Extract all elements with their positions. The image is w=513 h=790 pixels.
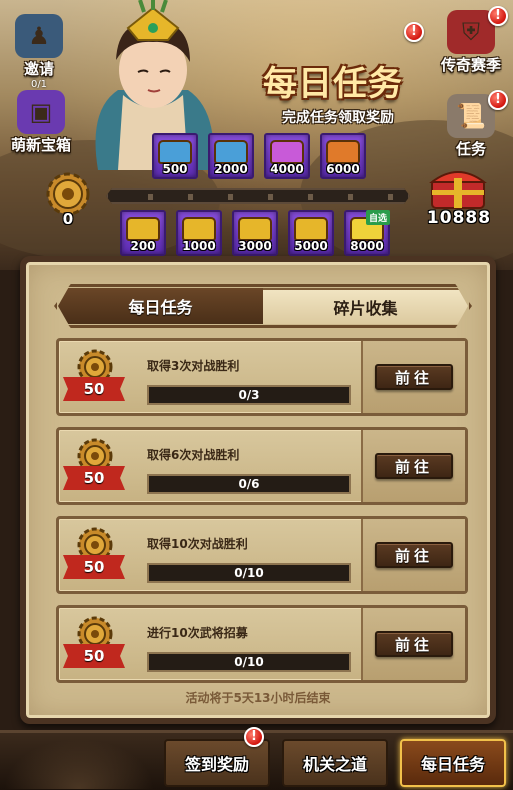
tab-fragment-collection[interactable]: 碎片收集 <box>263 288 468 324</box>
task-reward: 50 <box>63 614 125 678</box>
reward-chest-optional[interactable]: 自选 8000 <box>344 210 390 256</box>
task-progress-text: 0/3 <box>238 388 260 402</box>
task-list: 50 取得3次对战胜利 0/3 前往 50 取得6次对战胜利 0/6 前往 50… <box>56 338 468 694</box>
invite-icon: ♟ <box>15 14 63 58</box>
task-name: 取得6次对战胜利 <box>147 448 240 462</box>
reward-amount: 50 <box>63 466 125 490</box>
reward-chest[interactable]: 5000 <box>288 210 334 256</box>
notification-badge: ! <box>488 6 508 26</box>
gear-count: 0 <box>62 210 74 228</box>
chest-value: 3000 <box>238 239 272 253</box>
notification-badge: ! <box>404 22 424 42</box>
page-subtitle: 完成任务领取奖励 <box>282 110 394 126</box>
chest-value: 8000 <box>350 239 384 253</box>
task-progress-text: 0/10 <box>234 655 264 669</box>
task-action-area: 前往 <box>361 430 465 502</box>
reward-amount: 50 <box>63 377 125 401</box>
grand-chest-icon[interactable] <box>428 164 488 210</box>
reward-chest[interactable]: 1000 <box>176 210 222 256</box>
invite-count: 0/1 <box>30 79 48 90</box>
header-scene: ♟ 邀请 0/1 ▣ 萌新宝箱 ⛨ 传奇赛季 ! 📜 任务 ! ! 每日任务 完… <box>0 0 513 270</box>
task-reward: 50 <box>63 525 125 589</box>
go-button[interactable]: 前往 <box>375 453 453 479</box>
chest-value: 2000 <box>214 162 248 176</box>
task-progress-bar: 0/3 <box>147 385 351 405</box>
task-row: 50 取得10次对战胜利 0/10 前往 <box>56 516 468 594</box>
bottom-decoration <box>4 739 154 789</box>
reward-amount: 50 <box>63 644 125 668</box>
task-tabs: 每日任务 碎片收集 <box>58 288 468 324</box>
tab-daily-tasks[interactable]: 每日任务 <box>58 288 263 324</box>
chest-value: 500 <box>162 162 188 176</box>
task-row: 50 进行10次武将招募 0/10 前往 <box>56 605 468 683</box>
reward-chest[interactable]: 200 <box>120 210 166 256</box>
page-title: 每日任务 <box>263 64 403 104</box>
task-progress-bar: 0/6 <box>147 474 351 494</box>
reward-chest[interactable]: 4000 <box>264 133 310 179</box>
event-countdown: 活动将于5天13小时后结束 <box>185 691 331 705</box>
bottom-nav: 签到奖励 ! 机关之道 每日任务 <box>0 727 513 790</box>
tasks-label: 任务 <box>455 140 486 158</box>
chest-value: 200 <box>130 239 156 253</box>
task-action-area: 前往 <box>361 341 465 413</box>
notification-badge: ! <box>244 727 264 747</box>
task-name: 取得10次对战胜利 <box>147 537 248 551</box>
chest-value: 1000 <box>182 239 216 253</box>
go-button[interactable]: 前往 <box>375 364 453 390</box>
task-name: 取得3次对战胜利 <box>147 359 240 373</box>
newbie-chest-label: 萌新宝箱 <box>10 136 71 154</box>
chest-value: 4000 <box>270 162 304 176</box>
chest-value: 5000 <box>294 239 328 253</box>
go-button[interactable]: 前往 <box>375 631 453 657</box>
reward-chest[interactable]: 3000 <box>232 210 278 256</box>
bottom-tab-mechanism[interactable]: 机关之道 <box>282 739 388 787</box>
legend-season-label: 传奇赛季 <box>440 56 501 74</box>
invite-label: 邀请 <box>23 60 54 78</box>
task-row: 50 取得3次对战胜利 0/3 前往 <box>56 338 468 416</box>
milestone-progress-track <box>106 188 410 204</box>
reward-chest[interactable]: 2000 <box>208 133 254 179</box>
newbie-chest-button[interactable]: ▣ 萌新宝箱 <box>8 90 74 155</box>
task-panel: 每日任务 碎片收集 50 取得3次对战胜利 0/3 前往 50 取得6次对战胜利… <box>20 256 496 724</box>
treasure-chest-icon: ▣ <box>17 90 65 134</box>
invite-button[interactable]: ♟ 邀请 0/1 <box>6 14 72 90</box>
bottom-tab-daily[interactable]: 每日任务 <box>400 739 506 787</box>
task-reward: 50 <box>63 436 125 500</box>
chest-total-count: 10888 <box>426 208 492 228</box>
chest-value: 6000 <box>326 162 360 176</box>
mid-chest-row: 200 1000 3000 5000 自选 8000 <box>120 210 400 256</box>
task-progress-text: 0/6 <box>238 477 260 491</box>
reward-chest[interactable]: 500 <box>152 133 198 179</box>
task-progress-bar: 0/10 <box>147 563 351 583</box>
notification-badge: ! <box>488 90 508 110</box>
task-name: 进行10次武将招募 <box>147 626 248 640</box>
task-action-area: 前往 <box>361 608 465 680</box>
task-row: 50 取得6次对战胜利 0/6 前往 <box>56 427 468 505</box>
task-reward: 50 <box>63 347 125 411</box>
optional-tag: 自选 <box>365 210 390 225</box>
task-progress-bar: 0/10 <box>147 652 351 672</box>
top-chest-row: 500 2000 4000 6000 <box>152 133 376 179</box>
go-button[interactable]: 前往 <box>375 542 453 568</box>
task-action-area: 前往 <box>361 519 465 591</box>
reward-amount: 50 <box>63 555 125 579</box>
reward-chest[interactable]: 6000 <box>320 133 366 179</box>
task-progress-text: 0/10 <box>234 566 264 580</box>
